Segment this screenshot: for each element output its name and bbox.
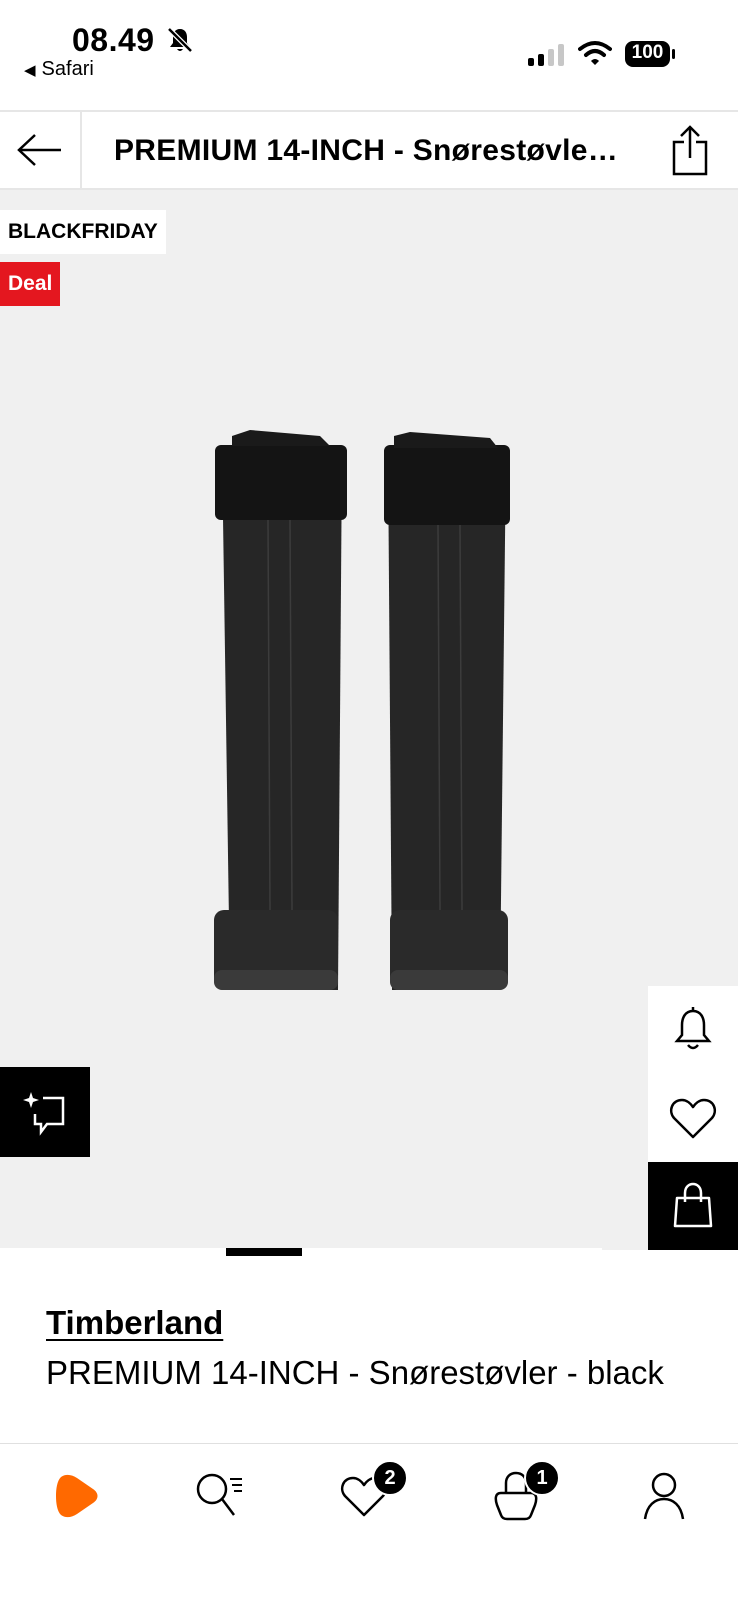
- similar-items-button[interactable]: [0, 1067, 90, 1157]
- bottom-navigation: 2 1: [0, 1443, 738, 1600]
- sparkle-tag-icon: [23, 1092, 65, 1136]
- back-triangle-icon: ◀: [24, 61, 36, 79]
- image-pager: [0, 1248, 738, 1256]
- side-action-bar: [648, 986, 738, 1250]
- product-image-gallery[interactable]: BLACKFRIDAY Deal: [0, 190, 738, 1256]
- wishlist-count-badge: 2: [372, 1460, 408, 1496]
- pager-thumb: [226, 1248, 302, 1256]
- wishlist-button[interactable]: [648, 1074, 738, 1162]
- zalando-logo-icon: [56, 1474, 98, 1518]
- user-icon: [643, 1472, 685, 1520]
- heart-icon: [670, 1098, 716, 1139]
- search-menu-icon: [196, 1473, 242, 1516]
- header-title: PREMIUM 14-INCH - Snørestøvler - black: [114, 134, 624, 167]
- add-to-bag-button[interactable]: [648, 1162, 738, 1250]
- nav-search[interactable]: [190, 1466, 250, 1526]
- nav-bag[interactable]: 1: [486, 1460, 560, 1526]
- back-app-label: Safari: [41, 58, 94, 80]
- share-icon[interactable]: [670, 124, 710, 176]
- nav-wishlist[interactable]: 2: [334, 1460, 408, 1526]
- battery-level: 100: [631, 42, 664, 63]
- back-to-safari[interactable]: ◀ Safari: [24, 58, 94, 81]
- bell-icon: [674, 1007, 712, 1050]
- bell-off-icon: [167, 27, 193, 53]
- battery-icon: 100: [624, 40, 676, 68]
- status-bar: 08.49 ◀ Safari 100: [0, 0, 738, 110]
- nav-profile[interactable]: [634, 1466, 694, 1526]
- notify-button[interactable]: [648, 986, 738, 1074]
- back-button[interactable]: [0, 112, 82, 188]
- product-header: PREMIUM 14-INCH - Snørestøvler - black: [0, 110, 738, 190]
- brand-link[interactable]: Timberland: [46, 1304, 223, 1342]
- cellular-signal-icon: [528, 44, 564, 66]
- blackfriday-badge: BLACKFRIDAY: [0, 210, 166, 254]
- status-time: 08.49: [72, 22, 155, 58]
- shopping-bag-icon: [673, 1182, 713, 1228]
- product-image: [214, 430, 510, 990]
- arrow-left-icon: [17, 134, 61, 166]
- product-name: PREMIUM 14-INCH - Snørestøvler - black: [46, 1354, 664, 1391]
- deal-badge: Deal: [0, 262, 61, 306]
- nav-home[interactable]: [46, 1466, 106, 1526]
- bag-count-badge: 1: [524, 1460, 560, 1496]
- wifi-icon: [578, 41, 612, 65]
